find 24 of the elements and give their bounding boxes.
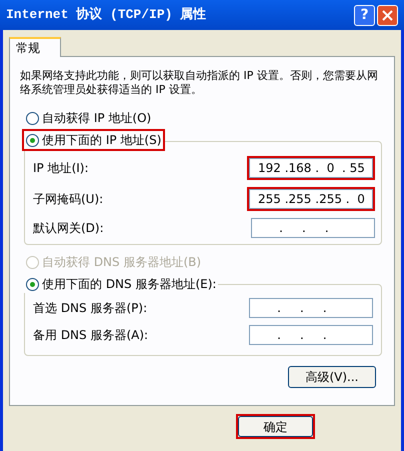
radio-button[interactable]: [26, 278, 39, 290]
help-button[interactable]: ?: [354, 4, 375, 26]
window-title: Internet 协议 (TCP/IP) 属性: [6, 6, 206, 24]
field-label: 备用 DNS 服务器(A):: [33, 327, 148, 344]
tab[interactable]: 常规: [9, 37, 61, 57]
ip-address-field[interactable]: . . .: [249, 325, 373, 345]
radio-button[interactable]: [26, 134, 39, 146]
close-icon: [382, 10, 393, 20]
radio-button[interactable]: [26, 112, 39, 124]
field-label: 首选 DNS 服务器(P):: [33, 300, 148, 317]
description-text: 如果网络支持此功能，则可以获取自动指派的 IP 设置。否则，您需要从网络系统管理员处获得适当的 IP 设置。: [20, 69, 379, 97]
radio-option[interactable]: 使用下面的 DNS 服务器地址(E):: [24, 275, 218, 293]
ip-address-field[interactable]: . . .: [251, 218, 375, 238]
field-label: 子网掩码(U):: [33, 191, 104, 208]
ip-address-field[interactable]: . . .: [249, 298, 373, 318]
radio-option[interactable]: 自动获得 IP 地址(O): [24, 109, 154, 127]
field-label: IP 地址(I):: [33, 160, 89, 177]
close-button[interactable]: [377, 4, 398, 26]
advanced-button[interactable]: 高级(V)...: [288, 366, 376, 388]
radio-option[interactable]: 使用下面的 IP 地址(S): [24, 131, 164, 149]
ip-address-field[interactable]: 192 .168 . 0 . 55: [249, 158, 373, 178]
ip-address-field[interactable]: 255 .255 .255 . 0: [249, 189, 373, 209]
field-label: 默认网关(D):: [33, 220, 104, 237]
ok-button[interactable]: 确定: [238, 416, 313, 437]
